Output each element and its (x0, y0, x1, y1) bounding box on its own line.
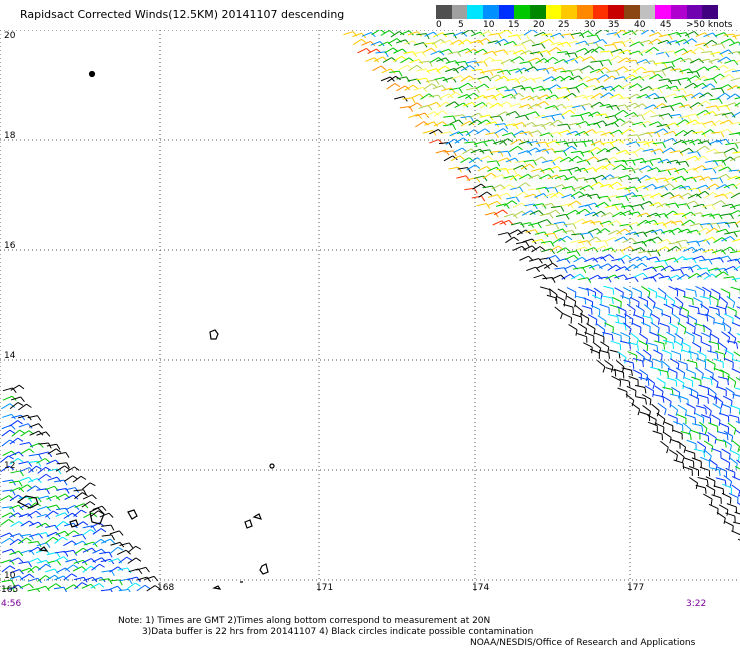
lon-label: 174 (472, 583, 489, 592)
legend-tick-label: 10 (483, 20, 495, 30)
wind-barb-flag (655, 292, 658, 299)
legend-swatch (655, 5, 672, 19)
legend-swatch (561, 5, 578, 19)
wind-barb-flag (608, 352, 610, 359)
legend-swatch (592, 5, 609, 19)
wind-barb-flag (647, 379, 650, 386)
wind-barb-flag (732, 525, 734, 532)
legend-swatch (436, 5, 452, 19)
wind-barb-flag (663, 343, 666, 350)
wind-barb-flag (726, 434, 729, 441)
legend-tick-label: 45 (660, 20, 672, 30)
wind-barb-flag (718, 309, 720, 316)
legend-swatch (451, 5, 468, 19)
legend-swatch (498, 5, 515, 19)
wind-barb-flag (738, 454, 740, 461)
legend-swatch (514, 5, 531, 19)
wind-barb-flag (630, 292, 633, 299)
island-dot (88, 70, 96, 78)
legend-swatch (702, 5, 719, 19)
legend-swatch (624, 5, 640, 19)
legend-tick-label: 15 (508, 20, 520, 30)
wind-barb-flag (679, 308, 681, 315)
wind-barb-flag (632, 362, 635, 369)
wind-barb-flag (723, 324, 726, 331)
wind-barb-flag (661, 354, 663, 361)
wind-barb-flag (620, 301, 622, 308)
wind-barb-flag (656, 345, 659, 352)
wind-barb-flag (672, 342, 675, 349)
lon-label: 171 (316, 583, 333, 592)
lat-label: 14 (4, 351, 16, 361)
wind-barb-flag (587, 289, 590, 296)
wind-barb-flag (717, 343, 720, 350)
wind-barb-flag (565, 293, 568, 300)
legend-tick-label: 30 (584, 20, 596, 30)
wind-barb-flag (729, 497, 732, 504)
legend-swatch (483, 5, 499, 19)
wind-barb-flag (707, 397, 709, 404)
wind-barb-flag (713, 318, 715, 325)
lat-label: 12 (4, 461, 15, 471)
wind-barb-flag (574, 292, 577, 299)
legend-tick-label: 0 (436, 20, 442, 30)
chart-title: Rapidsact Corrected Winds(12.5KM) 201411… (20, 8, 345, 21)
wind-barb-flag (584, 298, 587, 305)
wind-barb-flag (640, 374, 643, 381)
lat-label: 10 (4, 571, 16, 581)
wind-barb-flag (689, 433, 692, 441)
wind-barb-flag (646, 344, 649, 352)
legend-tick-label: 35 (608, 20, 620, 30)
legend-swatch (545, 5, 562, 19)
wind-barb-flag (703, 290, 705, 297)
wind-barb-flag (549, 289, 551, 296)
credit-line: NOAA/NESDIS/Office of Research and Appli… (470, 638, 696, 648)
legend-tick-label: >50 knots (686, 20, 733, 30)
legend-swatch (639, 5, 656, 19)
legend-swatch (686, 5, 703, 19)
legend-swatch (608, 5, 625, 19)
wind-barb-flag (704, 487, 707, 494)
wind-barb-flag (717, 299, 719, 306)
legend-tick-label: 25 (558, 20, 570, 30)
wind-barb-flag (695, 362, 698, 369)
wind-barb-flag (555, 298, 558, 305)
legend-tick-label: 40 (634, 20, 646, 30)
legend-tick-label: 5 (458, 20, 464, 30)
wind-barb-flag (705, 408, 707, 415)
lat-label: 16 (4, 241, 16, 251)
note-line-1: Note: 1) Times are GMT 2)Times along bot… (118, 616, 491, 626)
wind-barb-flag (591, 308, 593, 315)
wind-barb-flag (675, 380, 678, 387)
legend-swatch (467, 5, 484, 19)
wind-map: 20 18 16 14 12 10 165 168 171 174 177 (0, 30, 740, 592)
legend-swatch (530, 5, 546, 19)
time-right-label: 3:22 (686, 599, 707, 609)
wind-barb-flag (563, 300, 566, 307)
wind-barb-flag (619, 380, 622, 387)
wind-barb-flag (572, 307, 574, 314)
legend-swatch (671, 5, 687, 19)
lat-label: 18 (4, 131, 16, 141)
lon-label: 168 (157, 583, 174, 592)
legend-color-bar (436, 5, 719, 19)
lon-label: 177 (627, 583, 644, 592)
wind-barb-flag (693, 336, 695, 343)
legend-swatch (577, 5, 593, 19)
lon-label: 165 (1, 585, 18, 592)
time-left-label: 4:56 (1, 599, 22, 609)
wind-barb-flag (692, 299, 694, 306)
lat-label: 20 (4, 31, 16, 41)
legend-tick-label: 20 (533, 20, 545, 30)
note-line-2: 3)Data buffer is 22 hrs from 20141107 4)… (142, 627, 534, 637)
